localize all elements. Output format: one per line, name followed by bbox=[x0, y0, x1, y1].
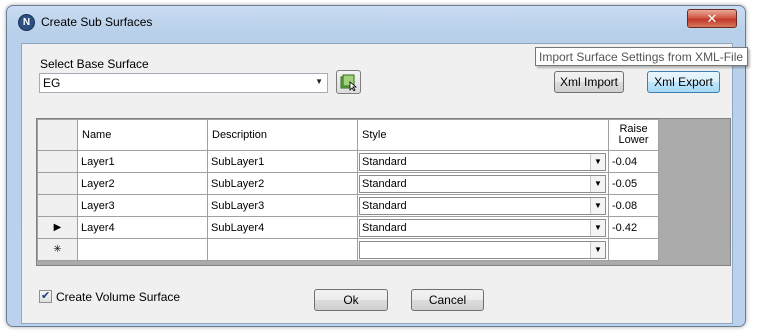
style-combo[interactable]: Standard ▼ bbox=[359, 174, 606, 193]
table-row[interactable]: Layer2 SubLayer2 Standard ▼ -0.05 bbox=[37, 172, 659, 195]
dialog-body: Select Base Surface EG ▼ Xml Import Xml … bbox=[21, 43, 733, 324]
app-logo-icon: N bbox=[18, 14, 35, 31]
pick-surface-icon bbox=[340, 74, 358, 91]
style-combo[interactable]: Standard ▼ bbox=[359, 152, 606, 171]
sub-surfaces-grid: Name Description Style Raise Lower Layer… bbox=[36, 118, 731, 266]
table-row[interactable]: Layer3 SubLayer3 Standard ▼ -0.08 bbox=[37, 194, 659, 217]
base-surface-value: EG bbox=[43, 76, 61, 90]
chevron-down-icon[interactable]: ▼ bbox=[590, 241, 605, 258]
style-combo[interactable]: ▼ bbox=[359, 240, 606, 259]
cell-name[interactable]: Layer1 bbox=[77, 150, 208, 173]
style-combo[interactable]: Standard ▼ bbox=[359, 196, 606, 215]
xml-import-button[interactable]: Xml Import bbox=[554, 71, 624, 93]
cell-style[interactable]: Standard ▼ bbox=[357, 216, 609, 239]
chevron-down-icon[interactable]: ▼ bbox=[590, 175, 605, 192]
base-surface-label: Select Base Surface bbox=[40, 57, 149, 71]
column-header-description[interactable]: Description bbox=[207, 119, 358, 151]
cell-description[interactable] bbox=[207, 238, 358, 261]
cell-description[interactable]: SubLayer1 bbox=[207, 150, 358, 173]
chevron-down-icon[interactable]: ▼ bbox=[590, 197, 605, 214]
xml-import-tooltip: Import Surface Settings from XML-File bbox=[535, 47, 748, 66]
cell-name[interactable]: Layer3 bbox=[77, 194, 208, 217]
close-button[interactable]: ✕ bbox=[687, 9, 737, 28]
cell-style[interactable]: Standard ▼ bbox=[357, 150, 609, 173]
ok-button[interactable]: Ok bbox=[314, 289, 388, 311]
cell-description[interactable]: SubLayer3 bbox=[207, 194, 358, 217]
cell-description[interactable]: SubLayer4 bbox=[207, 216, 358, 239]
column-header-raise-lower[interactable]: Raise Lower bbox=[608, 119, 659, 151]
cell-name[interactable]: Layer4 bbox=[77, 216, 208, 239]
cell-style[interactable]: Standard ▼ bbox=[357, 172, 609, 195]
cell-raise-lower[interactable]: -0.04 bbox=[608, 150, 659, 173]
style-value: Standard bbox=[362, 177, 407, 190]
column-header-style[interactable]: Style bbox=[357, 119, 609, 151]
cell-name[interactable]: Layer2 bbox=[77, 172, 208, 195]
base-surface-combo[interactable]: EG ▼ bbox=[39, 73, 328, 93]
style-value: Standard bbox=[362, 199, 407, 212]
check-icon: ✔ bbox=[41, 290, 51, 303]
column-header-name[interactable]: Name bbox=[77, 119, 208, 151]
table-row[interactable]: Layer1 SubLayer1 Standard ▼ -0.04 bbox=[37, 150, 659, 173]
style-combo[interactable]: Standard ▼ bbox=[359, 218, 606, 237]
cell-raise-lower[interactable]: -0.42 bbox=[608, 216, 659, 239]
new-row[interactable]: ✳ ▼ bbox=[37, 238, 659, 261]
row-header[interactable] bbox=[37, 194, 78, 217]
table-row[interactable]: ▶ Layer4 SubLayer4 Standard ▼ -0.42 bbox=[37, 216, 659, 239]
cell-style[interactable]: ▼ bbox=[357, 238, 609, 261]
current-row-icon[interactable]: ▶ bbox=[37, 216, 78, 239]
cell-name[interactable] bbox=[77, 238, 208, 261]
chevron-down-icon[interactable]: ▼ bbox=[590, 153, 605, 170]
style-value: Standard bbox=[362, 155, 407, 168]
xml-export-button[interactable]: Xml Export bbox=[647, 71, 720, 93]
grid-corner-cell bbox=[37, 119, 78, 151]
style-value: Standard bbox=[362, 221, 407, 234]
pick-surface-button[interactable] bbox=[336, 70, 361, 94]
volume-surface-option[interactable]: ✔ Create Volume Surface bbox=[39, 289, 180, 304]
new-row-icon[interactable]: ✳ bbox=[37, 238, 78, 261]
row-header[interactable] bbox=[37, 150, 78, 173]
lower-label: Lower bbox=[618, 134, 649, 146]
cell-description[interactable]: SubLayer2 bbox=[207, 172, 358, 195]
volume-surface-checkbox[interactable]: ✔ bbox=[39, 290, 52, 304]
chevron-down-icon[interactable]: ▼ bbox=[590, 219, 605, 236]
row-header[interactable] bbox=[37, 172, 78, 195]
close-icon: ✕ bbox=[706, 11, 718, 26]
chevron-down-icon: ▼ bbox=[315, 77, 323, 86]
window-title: Create Sub Surfaces bbox=[41, 15, 153, 29]
cell-raise-lower[interactable]: -0.05 bbox=[608, 172, 659, 195]
cell-raise-lower[interactable]: -0.08 bbox=[608, 194, 659, 217]
grid-header-row: Name Description Style Raise Lower bbox=[37, 119, 659, 151]
volume-surface-label[interactable]: Create Volume Surface bbox=[56, 290, 180, 304]
cell-style[interactable]: Standard ▼ bbox=[357, 194, 609, 217]
cancel-button[interactable]: Cancel bbox=[411, 289, 484, 311]
cell-raise-lower[interactable] bbox=[608, 238, 659, 261]
